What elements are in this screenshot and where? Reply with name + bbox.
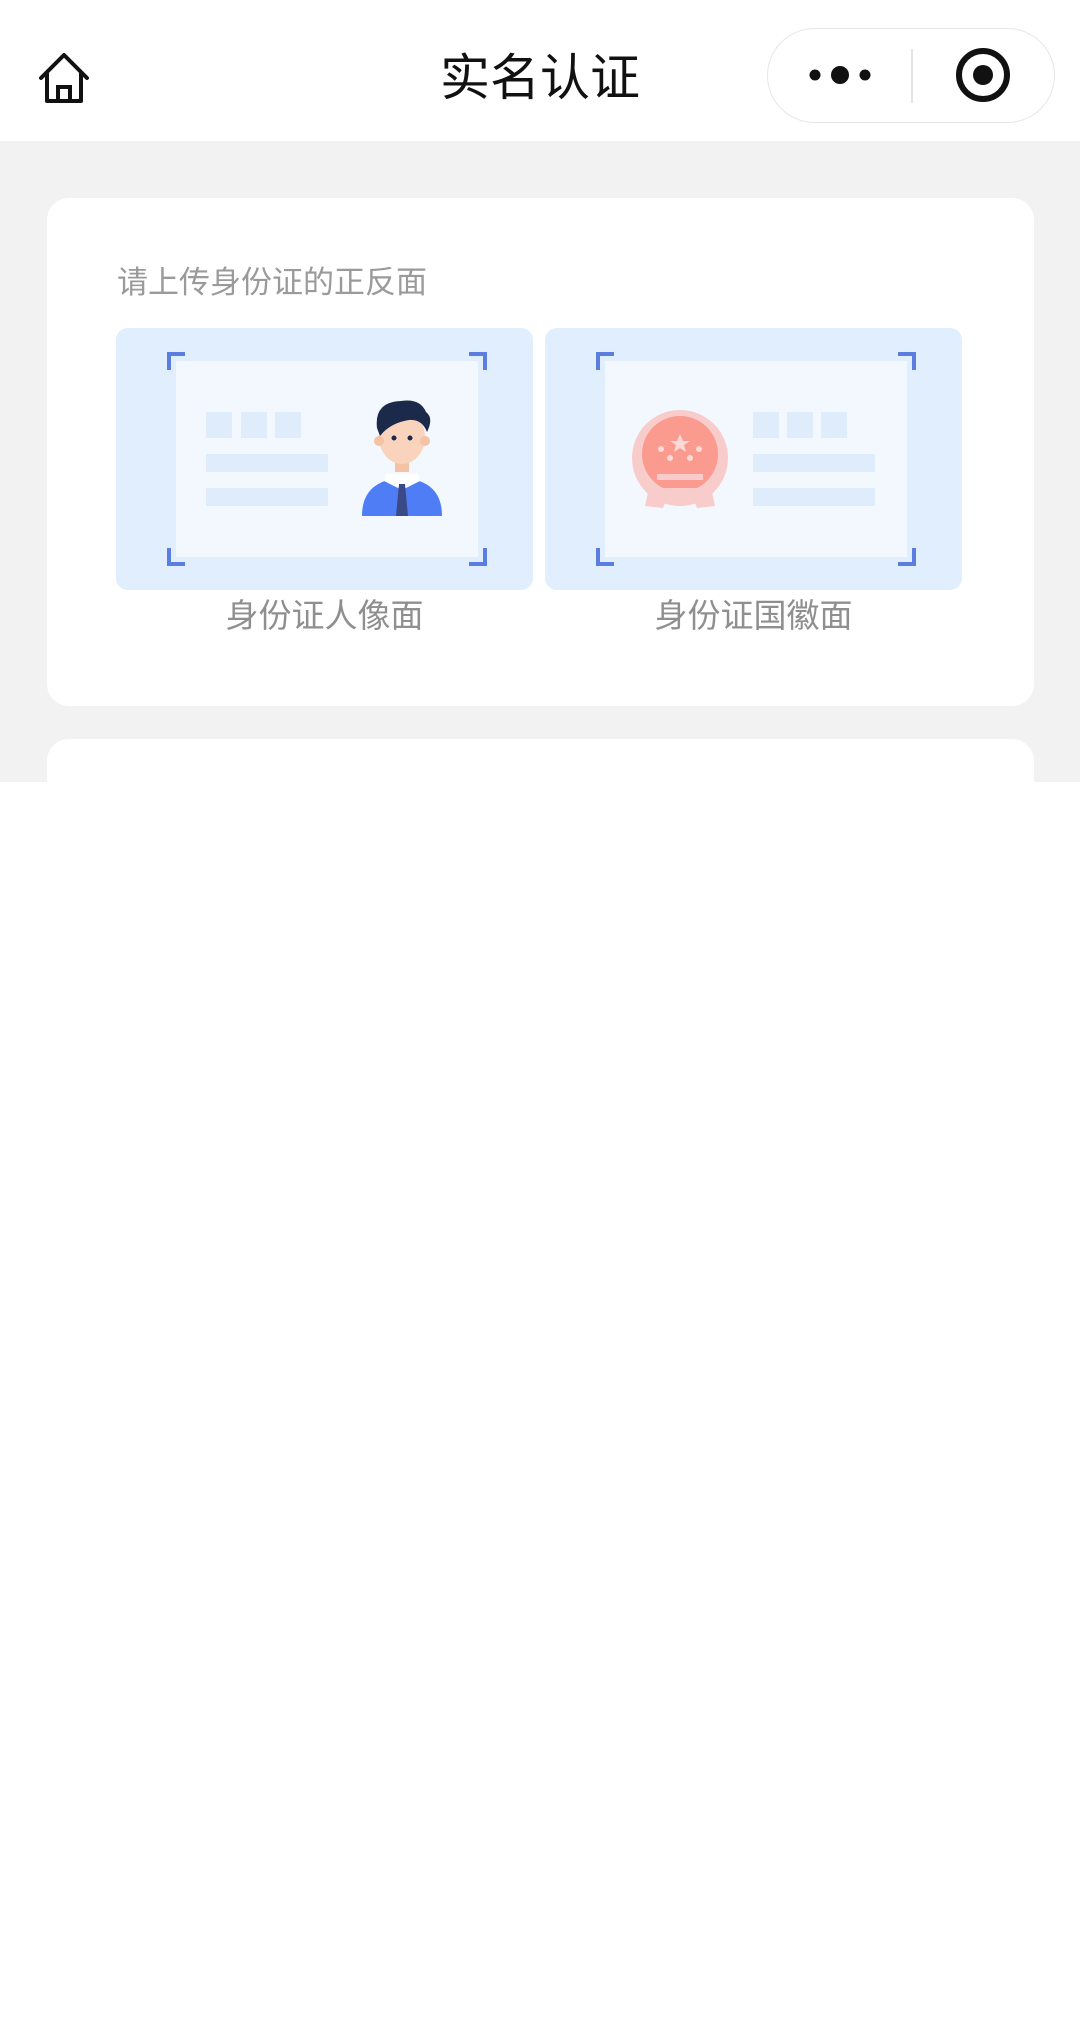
id-upload-card: 请上传身份证的正反面 身份证人像面 身份证国徽面: [47, 198, 1034, 706]
mini-program-capsule: [767, 28, 1055, 123]
id-front-label: 身份证人像面: [225, 596, 424, 635]
id-back-upload[interactable]: [545, 328, 962, 590]
id-card-emblem-icon: [596, 352, 916, 566]
id-card-portrait-icon: [167, 352, 487, 566]
next-card: [47, 739, 1034, 782]
id-front-upload[interactable]: [116, 328, 533, 590]
more-button[interactable]: [768, 29, 911, 121]
record-target-icon: [956, 48, 1010, 102]
close-button[interactable]: [913, 29, 1053, 121]
upload-hint: 请上传身份证的正反面: [117, 265, 427, 301]
id-back-label: 身份证国徽面: [654, 596, 853, 635]
navigation-bar: 实名认证: [0, 0, 1080, 141]
more-dots-icon: [809, 66, 870, 84]
content-area: 请上传身份证的正反面 身份证人像面 身份证国徽面: [0, 141, 1080, 782]
